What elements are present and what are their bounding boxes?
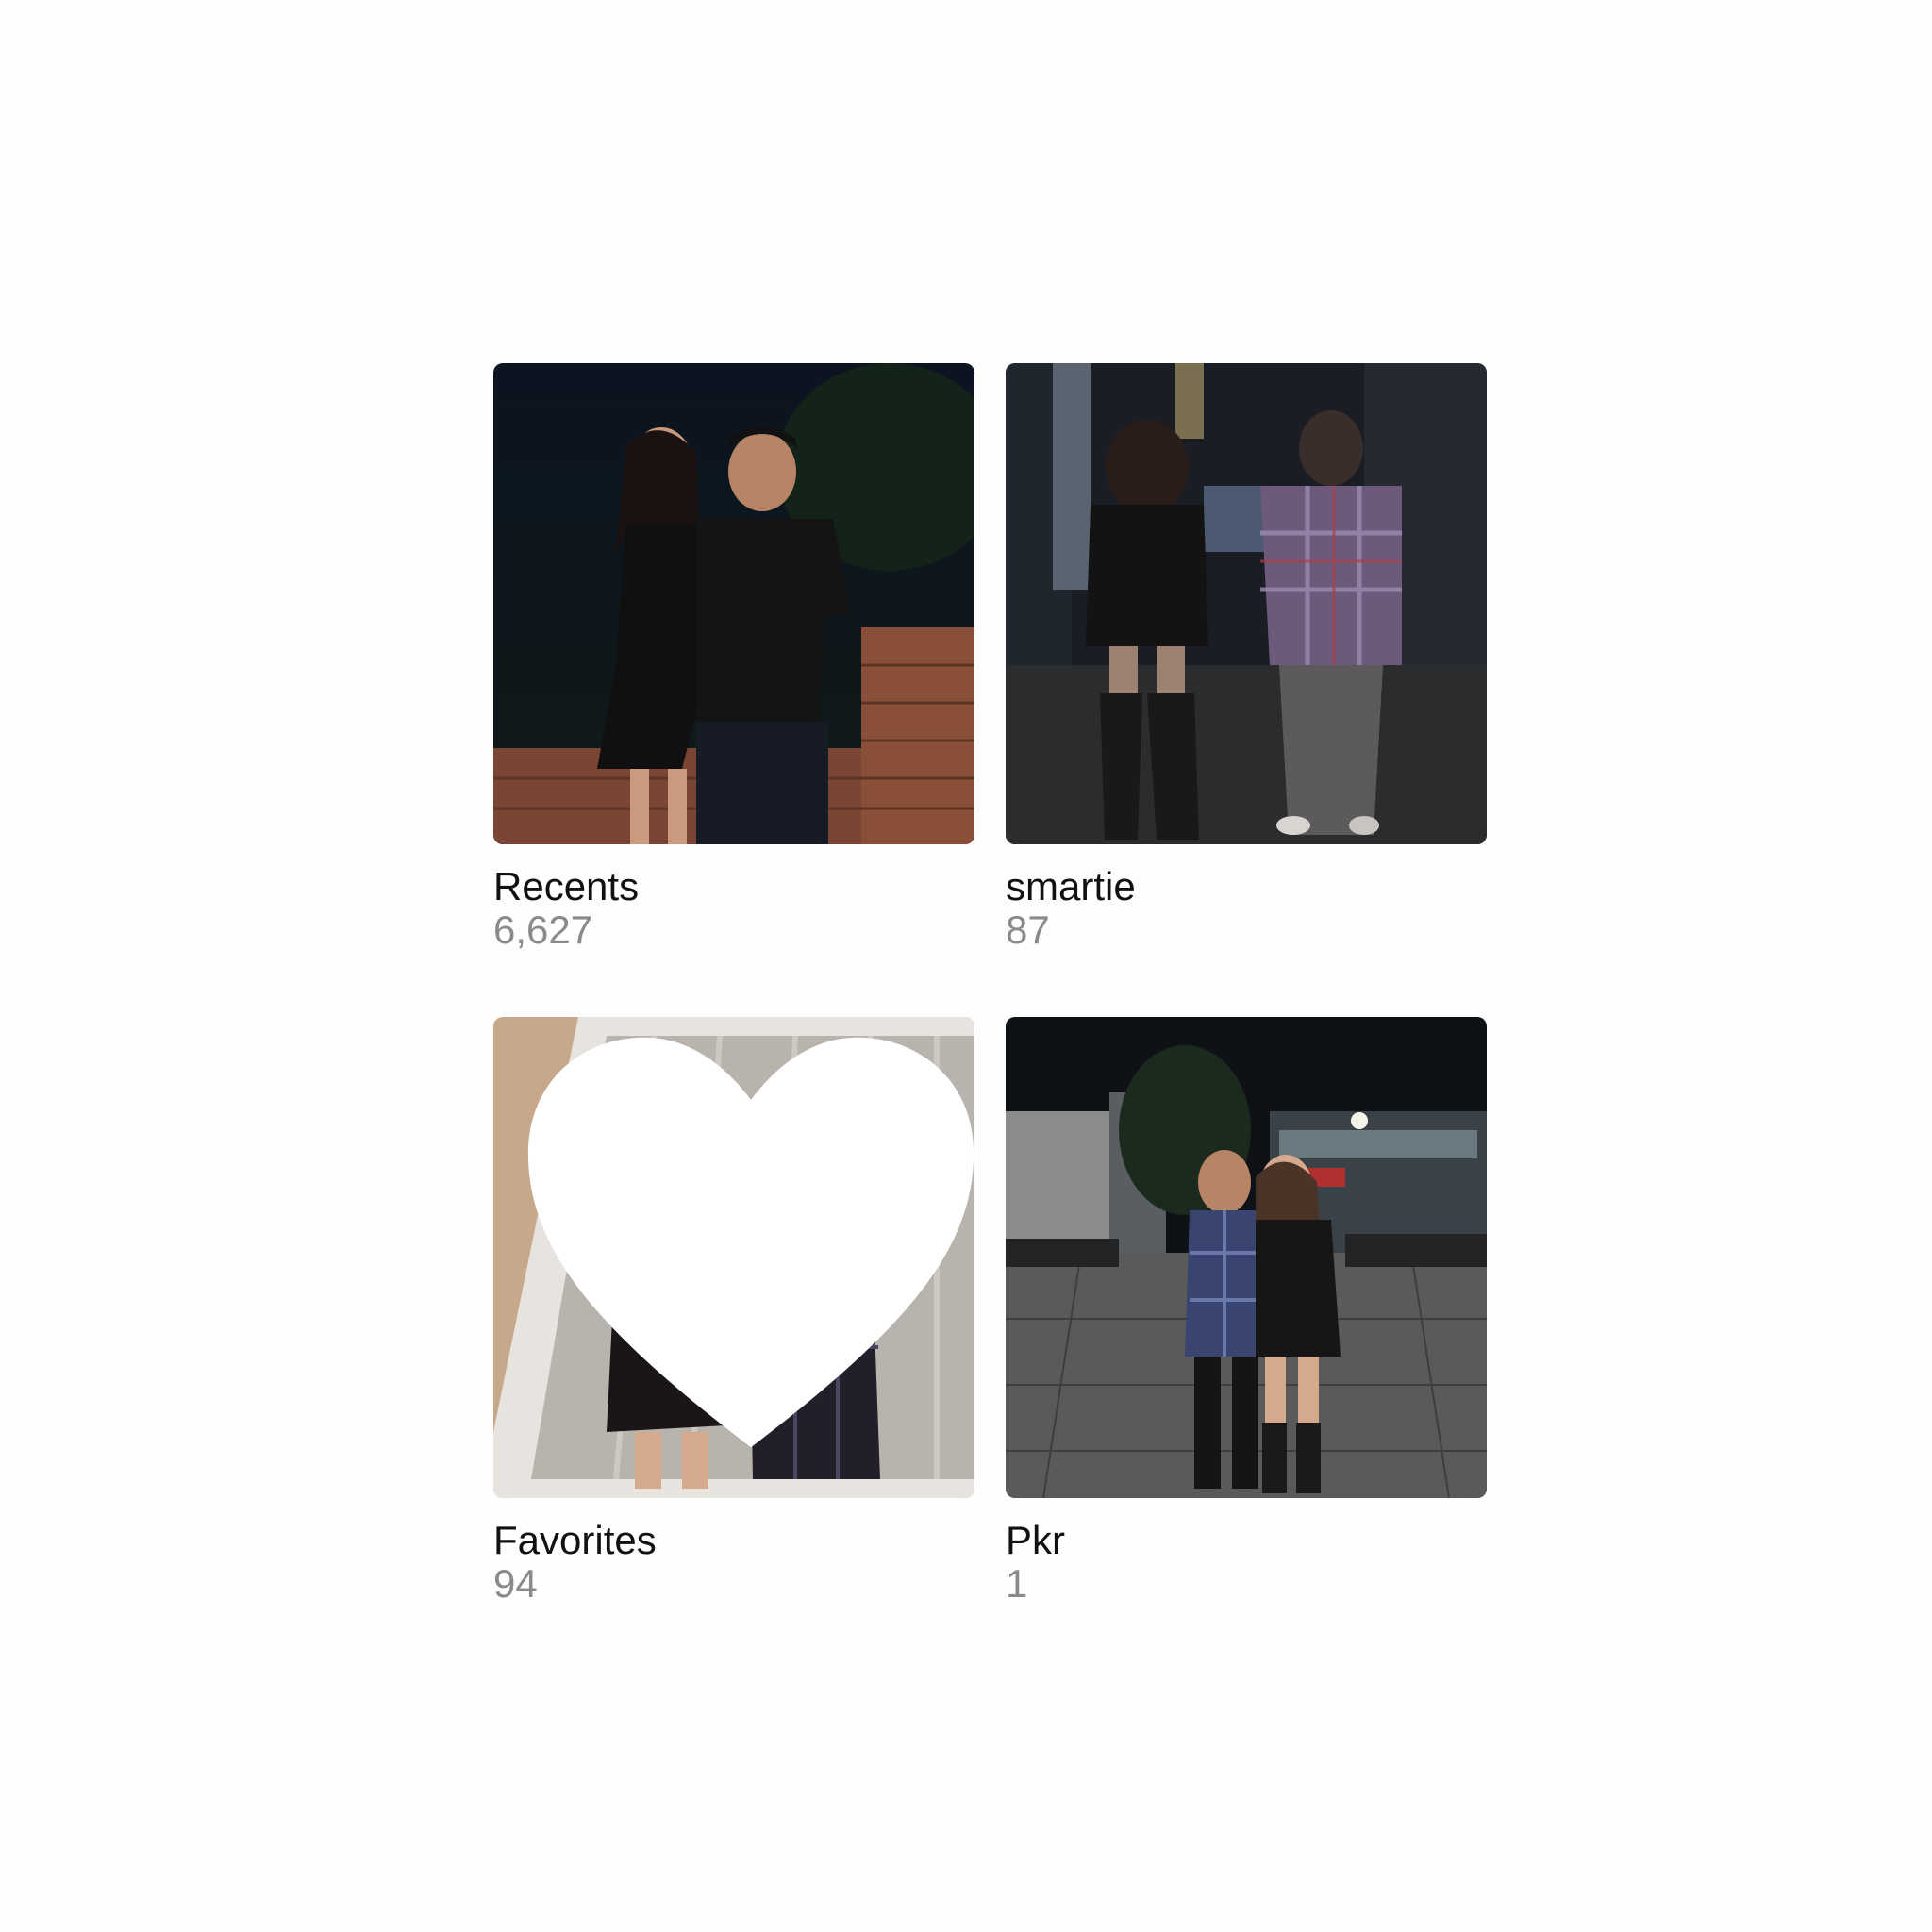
couple-night-photo [493,363,974,844]
album-recents[interactable]: Recents 6,627 [493,363,974,952]
album-title: smartie [1006,864,1136,908]
album-title: Recents [493,864,640,908]
couple-walking-street [1006,363,1487,844]
album-count: 94 [493,1561,538,1606]
album-count: 1 [1006,1561,1028,1606]
album-title: Favorites [493,1518,657,1562]
album-count: 6,627 [493,908,593,952]
album-smartie[interactable]: smartie 87 [1006,363,1487,952]
album-thumbnail[interactable] [1006,1017,1487,1498]
album-thumbnail[interactable] [1006,363,1487,844]
heart-icon [527,1037,974,1448]
album-grid: Recents 6,627 smartie 87 Favorites 94 Pk… [0,0,1932,1932]
album-count: 87 [1006,908,1050,952]
album-title: Pkr [1006,1518,1065,1562]
album-favorites[interactable]: Favorites 94 [493,1017,974,1606]
album-thumbnail[interactable] [493,363,974,844]
album-thumbnail[interactable] [493,1017,974,1498]
album-pkr[interactable]: Pkr 1 [1006,1017,1487,1606]
couple-street-night-photo [1006,1017,1487,1498]
